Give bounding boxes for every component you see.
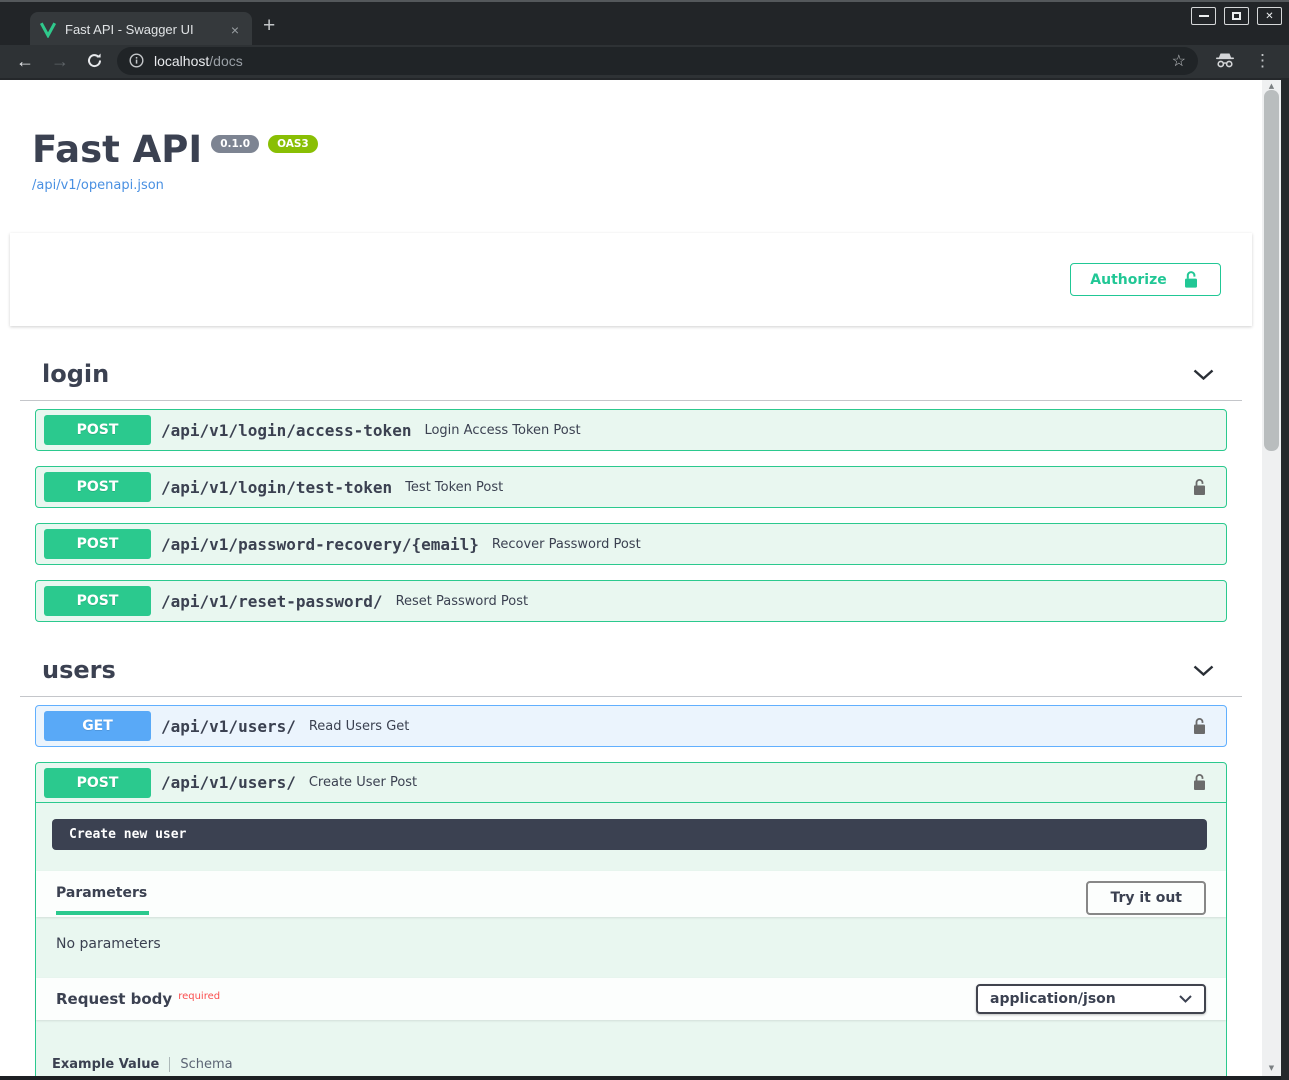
browser-menu-icon[interactable]: ⋮ (1254, 51, 1271, 71)
method-badge: POST (44, 472, 151, 502)
operation-path: /api/v1/users/ (161, 717, 296, 736)
tag-name: login (42, 360, 109, 388)
scheme-container: Authorize (10, 233, 1252, 326)
model-example: Example Value Schema { (36, 1020, 1226, 1076)
oas-badge: OAS3 (268, 135, 318, 153)
close-button[interactable]: ✕ (1257, 7, 1282, 25)
required-badge: required (178, 991, 220, 1002)
tab-divider (169, 1057, 170, 1072)
site-info-icon[interactable] (129, 53, 144, 68)
back-icon[interactable]: ← (16, 52, 34, 70)
opblock: POST /api/v1/login/access-token Login Ac… (35, 409, 1227, 451)
method-badge: POST (44, 529, 151, 559)
close-icon: ✕ (1265, 11, 1273, 22)
operation-path: /api/v1/password-recovery/{email} (161, 535, 479, 554)
tag-header-login[interactable]: login (20, 350, 1242, 401)
browser-toolbar: ← → localhost/docs ☆ ⋮ (0, 45, 1289, 80)
tag-header-users[interactable]: users (20, 646, 1242, 697)
tab-close-icon[interactable]: × (228, 22, 242, 38)
page-title: Fast API (32, 128, 202, 171)
auth-lock-icon[interactable] (1191, 717, 1208, 736)
favicon-icon (40, 22, 56, 38)
url-path: /docs (209, 53, 242, 69)
operation-path: /api/v1/users/ (161, 773, 296, 792)
maximize-icon (1232, 12, 1241, 20)
tag-name: users (42, 656, 116, 684)
request-body-header: Request bodyrequired application/json (36, 978, 1226, 1020)
authorize-button[interactable]: Authorize (1070, 263, 1221, 296)
operation-path: /api/v1/reset-password/ (161, 592, 383, 611)
auth-lock-icon[interactable] (1191, 478, 1208, 497)
window-bottom-border (0, 1076, 1281, 1080)
tag-section-users: users GET /api/v1/users/ Read Users Get (20, 646, 1242, 1076)
page-scrollbar[interactable]: ▲ ▼ (1262, 80, 1281, 1076)
operation-summary-text: Test Token Post (405, 480, 503, 495)
auth-lock-icon[interactable] (1191, 773, 1208, 792)
maximize-button[interactable] (1224, 7, 1249, 25)
chevron-down-icon[interactable] (1193, 665, 1214, 676)
forward-icon[interactable]: → (51, 52, 69, 70)
chevron-down-icon[interactable] (1193, 369, 1214, 380)
tab-title: Fast API - Swagger UI (65, 22, 228, 37)
openapi-spec-link[interactable]: /api/v1/openapi.json (32, 178, 164, 193)
method-badge: GET (44, 711, 151, 741)
swagger-page: Fast API 0.1.0 OAS3 /api/v1/openapi.json A… (0, 80, 1262, 1076)
reload-icon[interactable] (86, 52, 103, 69)
minimize-icon (1199, 15, 1209, 17)
browser-tab[interactable]: Fast API - Swagger UI × (30, 12, 252, 47)
browser-titlebar: Fast API - Swagger UI × + ✕ (0, 0, 1289, 45)
incognito-icon (1214, 52, 1236, 69)
operation-summary-text: Read Users Get (309, 719, 410, 734)
no-parameters-text: No parameters (36, 917, 1226, 978)
content-type-select[interactable]: application/json (976, 984, 1206, 1014)
tag-section-login: login POST /api/v1/login/access-token Lo… (20, 350, 1242, 622)
method-badge: POST (44, 415, 151, 445)
operation-summary[interactable]: GET /api/v1/users/ Read Users Get (36, 706, 1226, 746)
opblock: POST /api/v1/password-recovery/{email} R… (35, 523, 1227, 565)
opblock-expanded: POST /api/v1/users/ Create User Post Cre… (35, 762, 1227, 1076)
operation-path: /api/v1/login/access-token (161, 421, 411, 440)
browser-window: Fast API - Swagger UI × + ✕ ← → localhos… (0, 0, 1289, 1080)
operation-body: Create new user Parameters Try it out No… (36, 819, 1226, 1076)
try-it-out-button[interactable]: Try it out (1086, 881, 1206, 915)
tab-example-value[interactable]: Example Value (52, 1057, 159, 1072)
opblock: POST /api/v1/reset-password/ Reset Passw… (35, 580, 1227, 622)
address-bar[interactable]: localhost/docs ☆ (117, 47, 1198, 75)
authorize-label: Authorize (1090, 272, 1166, 288)
window-right-border (1281, 80, 1289, 1080)
scroll-up-icon[interactable]: ▲ (1262, 82, 1281, 90)
operation-description: Create new user (52, 819, 1207, 850)
operation-summary-text: Reset Password Post (396, 594, 529, 609)
tab-schema[interactable]: Schema (180, 1057, 232, 1072)
opblock: POST /api/v1/login/test-token Test Token… (35, 466, 1227, 508)
operation-summary-text: Recover Password Post (492, 537, 641, 552)
method-badge: POST (44, 768, 151, 798)
select-chevron-icon (1179, 995, 1192, 1003)
tab-parameters[interactable]: Parameters (56, 879, 149, 915)
operation-summary[interactable]: POST /api/v1/password-recovery/{email} R… (36, 524, 1226, 564)
operation-summary-text: Login Access Token Post (424, 423, 580, 438)
bookmark-star-icon[interactable]: ☆ (1172, 51, 1186, 71)
operation-summary-text: Create User Post (309, 775, 417, 790)
scroll-down-icon[interactable]: ▼ (1262, 1064, 1281, 1072)
new-tab-button[interactable]: + (263, 15, 275, 36)
request-body-label: Request bodyrequired (56, 990, 220, 1008)
url-host: localhost (154, 53, 209, 69)
minimize-button[interactable] (1191, 7, 1216, 25)
operation-summary[interactable]: POST /api/v1/login/access-token Login Ac… (36, 410, 1226, 450)
opblock: GET /api/v1/users/ Read Users Get (35, 705, 1227, 747)
operation-summary[interactable]: POST /api/v1/users/ Create User Post (36, 763, 1226, 803)
operation-summary[interactable]: POST /api/v1/login/test-token Test Token… (36, 467, 1226, 507)
version-badge: 0.1.0 (211, 135, 259, 153)
operation-path: /api/v1/login/test-token (161, 478, 392, 497)
unlock-icon (1181, 270, 1201, 290)
url-text: localhost/docs (154, 53, 243, 69)
parameters-header: Parameters Try it out (36, 871, 1226, 917)
content-type-value: application/json (990, 991, 1116, 1007)
scrollbar-thumb[interactable] (1264, 90, 1279, 451)
method-badge: POST (44, 586, 151, 616)
api-info: Fast API 0.1.0 OAS3 /api/v1/openapi.json (0, 80, 1262, 193)
operation-summary[interactable]: POST /api/v1/reset-password/ Reset Passw… (36, 581, 1226, 621)
